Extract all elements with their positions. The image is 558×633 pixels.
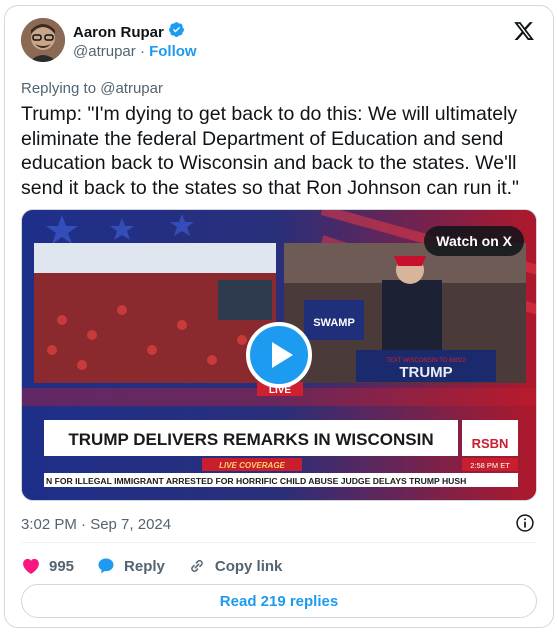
video-media[interactable]: SWAMP TEXT WISCONSIN TO 88022 TRUMP LIVE… — [21, 209, 537, 501]
lower-third-title: TRUMP DELIVERS REMARKS IN WISCONSIN — [68, 430, 433, 449]
reply-label: Reply — [124, 557, 165, 575]
network-logo: RSBN — [472, 436, 509, 451]
author-name[interactable]: Aaron Rupar — [73, 24, 164, 41]
name-row: Aaron Rupar — [73, 21, 185, 43]
separator: · — [139, 43, 145, 60]
clock: 2:58 PM ET — [470, 461, 510, 470]
news-ticker: N FOR ILLEGAL IMMIGRANT ARRESTED FOR HOR… — [46, 476, 466, 486]
watch-on-x-button[interactable]: Watch on X — [424, 226, 524, 256]
follow-button[interactable]: Follow — [149, 43, 197, 60]
sign-text: SWAMP — [313, 317, 355, 329]
replying-to: Replying to @atrupar — [21, 80, 163, 97]
like-button[interactable]: 995 — [21, 556, 74, 576]
author-handle[interactable]: @atrupar — [73, 43, 136, 60]
like-count: 995 — [49, 557, 75, 575]
handle-row: @atrupar · Follow — [73, 43, 197, 60]
heart-icon — [23, 558, 39, 574]
reply-button[interactable]: Reply — [96, 556, 165, 576]
podium-text: TRUMP — [399, 364, 452, 381]
reply-icon — [98, 558, 114, 574]
tweet-header: Aaron Rupar @atrupar · Follow — [21, 18, 541, 70]
info-icon[interactable] — [515, 513, 535, 533]
tweet-text: Trump: "I'm dying to get back to do this… — [21, 103, 519, 199]
divider — [21, 542, 537, 543]
live-coverage: LIVE COVERAGE — [219, 461, 285, 470]
read-replies-button[interactable]: Read 219 replies — [21, 584, 537, 618]
action-bar: 995 Reply Copy link — [21, 554, 304, 578]
tweet-card: Aaron Rupar @atrupar · Follow Replying t… — [4, 5, 554, 628]
link-icon — [191, 560, 203, 572]
copy-link-label: Copy link — [214, 557, 283, 575]
play-button[interactable] — [246, 322, 312, 388]
tweet-timestamp[interactable]: 3:02 PM · Sep 7, 2024 — [21, 516, 171, 533]
x-logo-icon[interactable] — [513, 20, 535, 42]
avatar[interactable] — [21, 18, 65, 62]
verified-badge-icon — [168, 21, 185, 43]
play-icon — [272, 342, 293, 368]
copy-link-button[interactable]: Copy link — [187, 556, 283, 576]
